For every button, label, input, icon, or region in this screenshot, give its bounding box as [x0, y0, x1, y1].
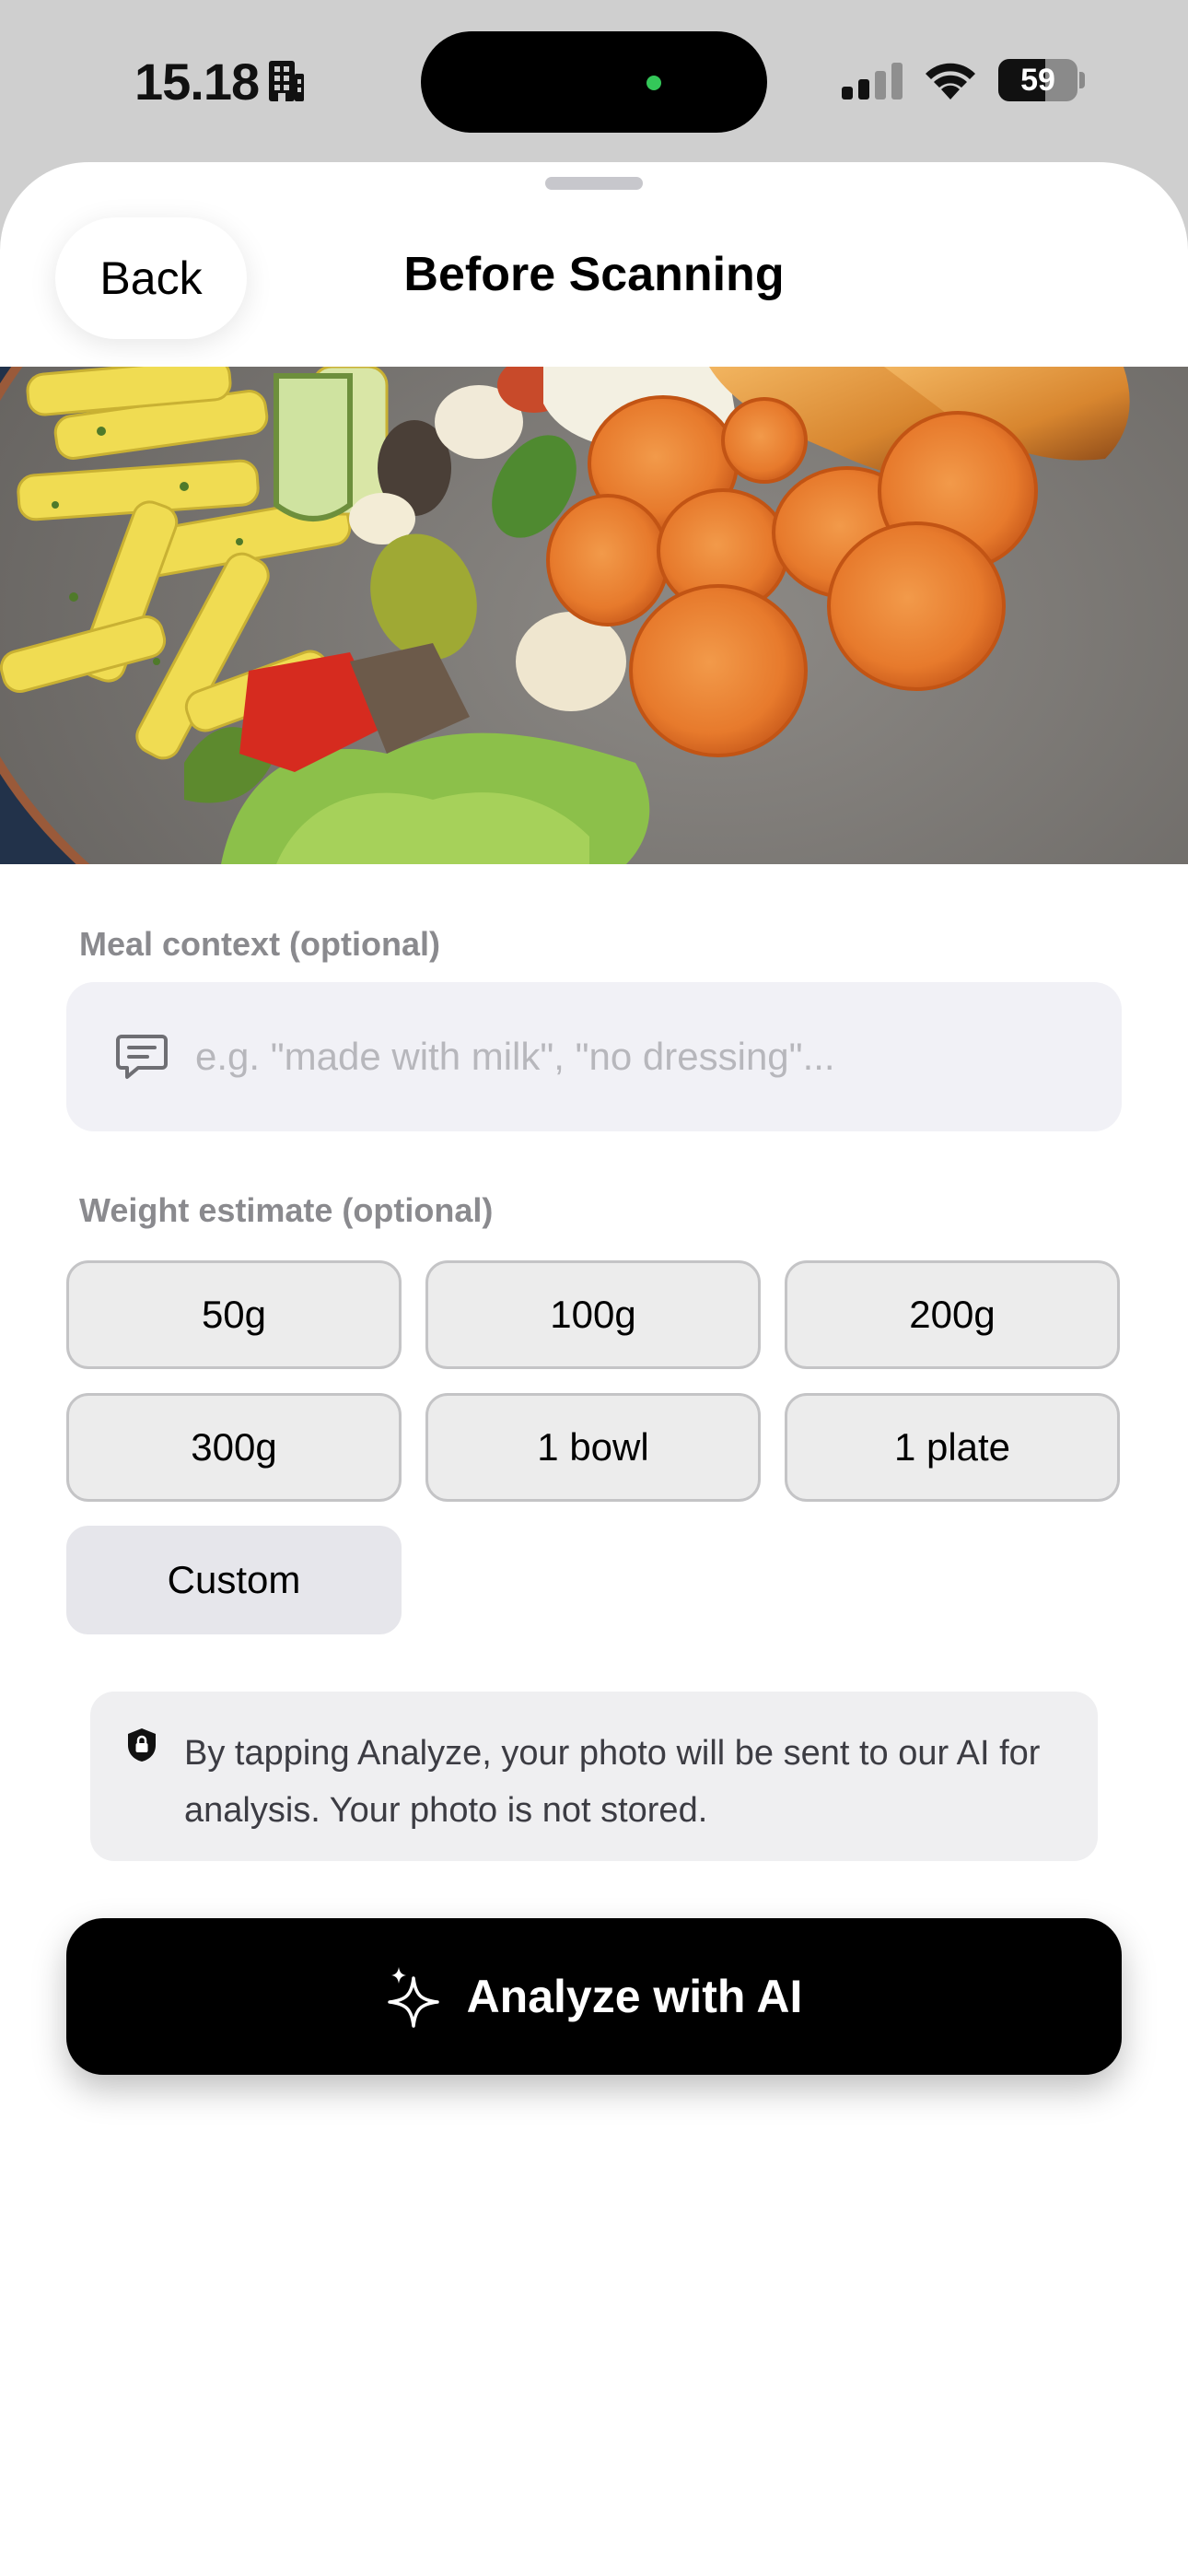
status-bar: 15.18 59	[0, 0, 1188, 164]
weight-chip-300g[interactable]: 300g	[66, 1393, 402, 1502]
building-icon	[269, 61, 304, 101]
meal-context-label: Meal context (optional)	[79, 925, 441, 963]
battery-level: 59	[1020, 63, 1055, 98]
sparkle-icon	[387, 1967, 439, 2028]
signal-icon	[842, 63, 903, 100]
weight-chip-1-plate[interactable]: 1 plate	[785, 1393, 1120, 1502]
status-time: 15.18	[134, 53, 260, 111]
battery-icon: 59	[998, 59, 1077, 101]
wifi-icon	[926, 63, 975, 100]
food-photo	[0, 367, 1188, 864]
analyze-with-ai-button[interactable]: Analyze with AI	[66, 1918, 1122, 2075]
analyze-button-label: Analyze with AI	[466, 1971, 803, 2022]
page-title: Before Scanning	[403, 248, 785, 301]
weight-chip-custom[interactable]: Custom	[66, 1526, 402, 1634]
privacy-text: By tapping Analyze, your photo will be s…	[184, 1734, 1041, 1830]
weight-estimate-label: Weight estimate (optional)	[79, 1191, 494, 1229]
camera-indicator-icon	[646, 76, 661, 90]
weight-chip-200g[interactable]: 200g	[785, 1260, 1120, 1369]
weight-chip-50g[interactable]: 50g	[66, 1260, 402, 1369]
meal-context-input[interactable]	[195, 1035, 1079, 1079]
lock-shield-icon	[128, 1728, 156, 1762]
dynamic-island	[421, 31, 767, 133]
privacy-notice: By tapping Analyze, your photo will be s…	[90, 1692, 1098, 1861]
chat-bubble-icon	[116, 1035, 168, 1079]
battery-cap	[1079, 72, 1085, 88]
weight-chip-1-bowl[interactable]: 1 bowl	[425, 1393, 761, 1502]
sheet-grabber[interactable]	[545, 177, 643, 190]
meal-context-field[interactable]	[66, 982, 1122, 1131]
weight-chip-100g[interactable]: 100g	[425, 1260, 761, 1369]
